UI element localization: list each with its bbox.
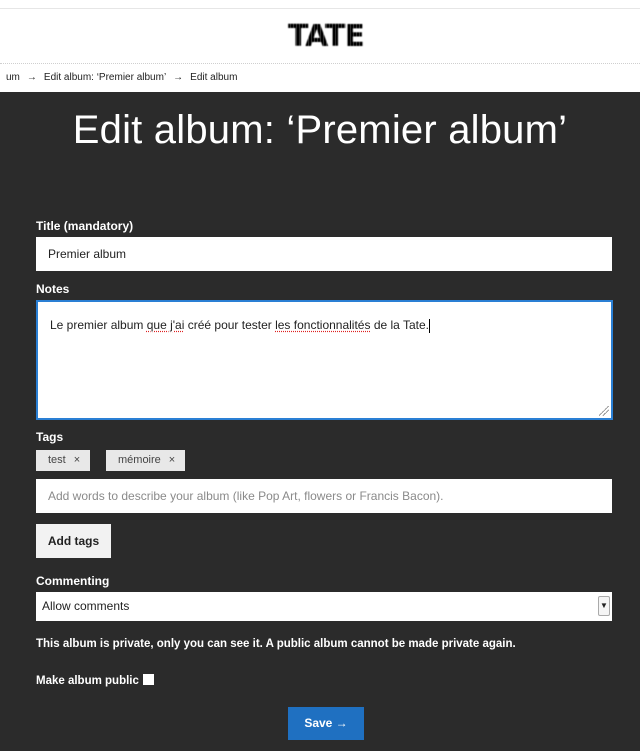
tag-label: test	[48, 454, 66, 466]
add-tags-button[interactable]: Add tags	[36, 524, 111, 558]
make-public-label: Make album public	[36, 675, 139, 687]
page-title: Edit album: ‘Premier album’	[72, 108, 568, 152]
arrow-right-icon: →	[173, 72, 184, 83]
edit-album-panel: Edit album: ‘Premier album’ Title (manda…	[0, 92, 640, 751]
make-public-row: Make album public	[36, 674, 154, 687]
commenting-select[interactable]: Allow comments ▼	[36, 592, 612, 621]
tag-label: mémoire	[118, 454, 161, 466]
tate-logo[interactable]: TATE	[280, 20, 372, 54]
title-label: Title (mandatory)	[36, 219, 134, 233]
notes-textarea[interactable]: Le premier album que j'ai créé pour test…	[36, 300, 613, 420]
tag-chip-memoire: mémoire ×	[106, 450, 186, 471]
save-button[interactable]: Save →	[288, 707, 364, 740]
header-divider	[0, 8, 640, 9]
notes-text: de la Tate.	[370, 318, 429, 332]
make-public-checkbox[interactable]	[142, 674, 154, 685]
commenting-label: Commenting	[36, 574, 110, 588]
chevron-down-icon[interactable]: ▼	[598, 596, 610, 616]
site-header: TATE	[0, 0, 640, 64]
remove-tag-icon[interactable]: ×	[74, 454, 80, 466]
remove-tag-icon[interactable]: ×	[169, 454, 175, 466]
breadcrumb-item-current: Edit album	[190, 72, 238, 83]
privacy-notice: This album is private, only you can see …	[36, 638, 516, 650]
tag-chip-test: test ×	[36, 450, 91, 471]
resize-handle-icon[interactable]	[599, 406, 609, 416]
tags-input[interactable]: Add words to describe your album (like P…	[36, 479, 612, 513]
breadcrumb-item-edit-album-premier[interactable]: Edit album: ‘Premier album’	[44, 72, 166, 83]
notes-text: créé	[187, 318, 212, 332]
breadcrumb-item-albums[interactable]: um	[6, 72, 20, 83]
title-input[interactable]: Premier album	[36, 237, 612, 271]
notes-text: pour tester	[211, 318, 276, 332]
notes-text-misspelled: les fonctionnalités	[275, 318, 371, 332]
tags-label: Tags	[36, 430, 64, 444]
commenting-selected-value: Allow comments	[42, 599, 130, 613]
text-caret	[428, 318, 430, 333]
logo-text: TATE	[288, 19, 365, 54]
notes-text: Le premier album	[50, 318, 147, 332]
notes-label: Notes	[36, 282, 70, 296]
notes-text-misspelled: que j'ai	[146, 318, 185, 332]
breadcrumb: um → Edit album: ‘Premier album’ → Edit albu…	[0, 64, 640, 92]
arrow-right-icon: →	[26, 72, 37, 83]
